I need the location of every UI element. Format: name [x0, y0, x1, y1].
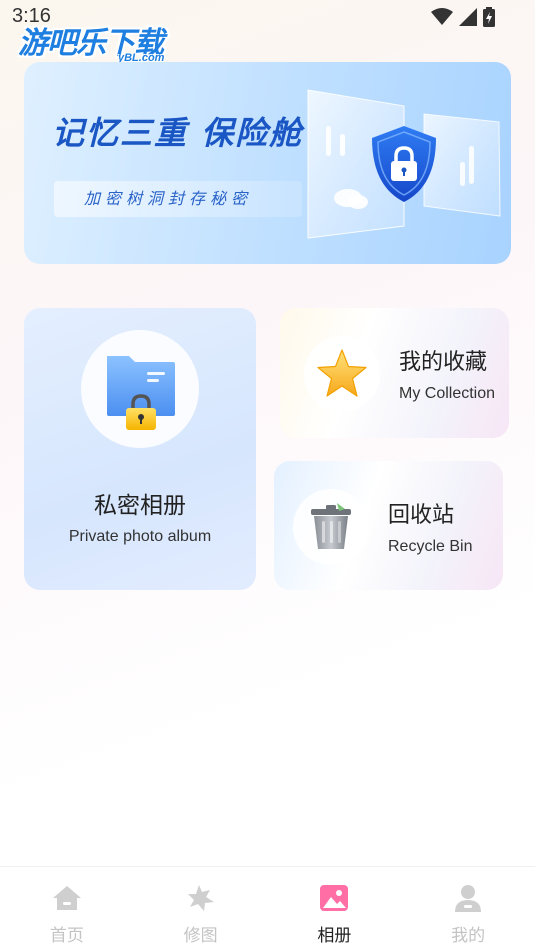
nav-item-album[interactable]: 相册 — [268, 867, 402, 952]
private-album-sublabel: Private photo album — [68, 528, 212, 545]
status-icons — [431, 7, 495, 31]
nav-label-album: 相册 — [317, 926, 352, 946]
banner-subtitle: 加密树洞封存秘密 — [54, 181, 302, 217]
my-collection-sublabel: My Collection — [399, 385, 496, 402]
private-album-card[interactable]: 私密相册 Private photo album — [24, 308, 256, 590]
nav-label-profile: 我的 — [451, 926, 486, 946]
nav-label-edit: 修图 — [183, 926, 218, 946]
album-icon — [318, 882, 350, 914]
shield-lock-icon — [304, 86, 504, 246]
profile-icon — [452, 882, 484, 914]
my-collection-card[interactable]: 我的收藏 My Collection — [280, 308, 509, 438]
watermark-logo: 游吧乐下载 yBL.com — [18, 18, 188, 68]
nav-item-edit[interactable]: 修图 — [134, 867, 268, 952]
recycle-bin-label: 回收站 — [388, 503, 455, 528]
wifi-icon — [431, 8, 453, 30]
battery-icon — [483, 7, 495, 31]
private-album-label: 私密相册 — [94, 493, 186, 519]
signal-icon — [459, 8, 477, 30]
bottom-nav: 首页 修图 相册 我的 — [0, 866, 535, 952]
nav-item-profile[interactable]: 我的 — [401, 867, 535, 952]
folder-lock-icon — [81, 330, 199, 448]
star-icon — [304, 336, 380, 412]
banner-title: 记忆三重 保险舱 — [52, 114, 304, 152]
nav-label-home: 首页 — [49, 926, 84, 946]
recycle-bin-sublabel: Recycle Bin — [388, 538, 473, 555]
my-collection-label: 我的收藏 — [399, 350, 488, 375]
edit-photo-icon — [185, 882, 217, 914]
nav-item-home[interactable]: 首页 — [0, 867, 134, 952]
home-icon — [51, 882, 83, 914]
trash-icon — [293, 489, 369, 565]
promo-banner[interactable]: 记忆三重 保险舱 加密树洞封存秘密 — [24, 62, 511, 264]
recycle-bin-card[interactable]: 回收站 Recycle Bin — [274, 461, 503, 590]
